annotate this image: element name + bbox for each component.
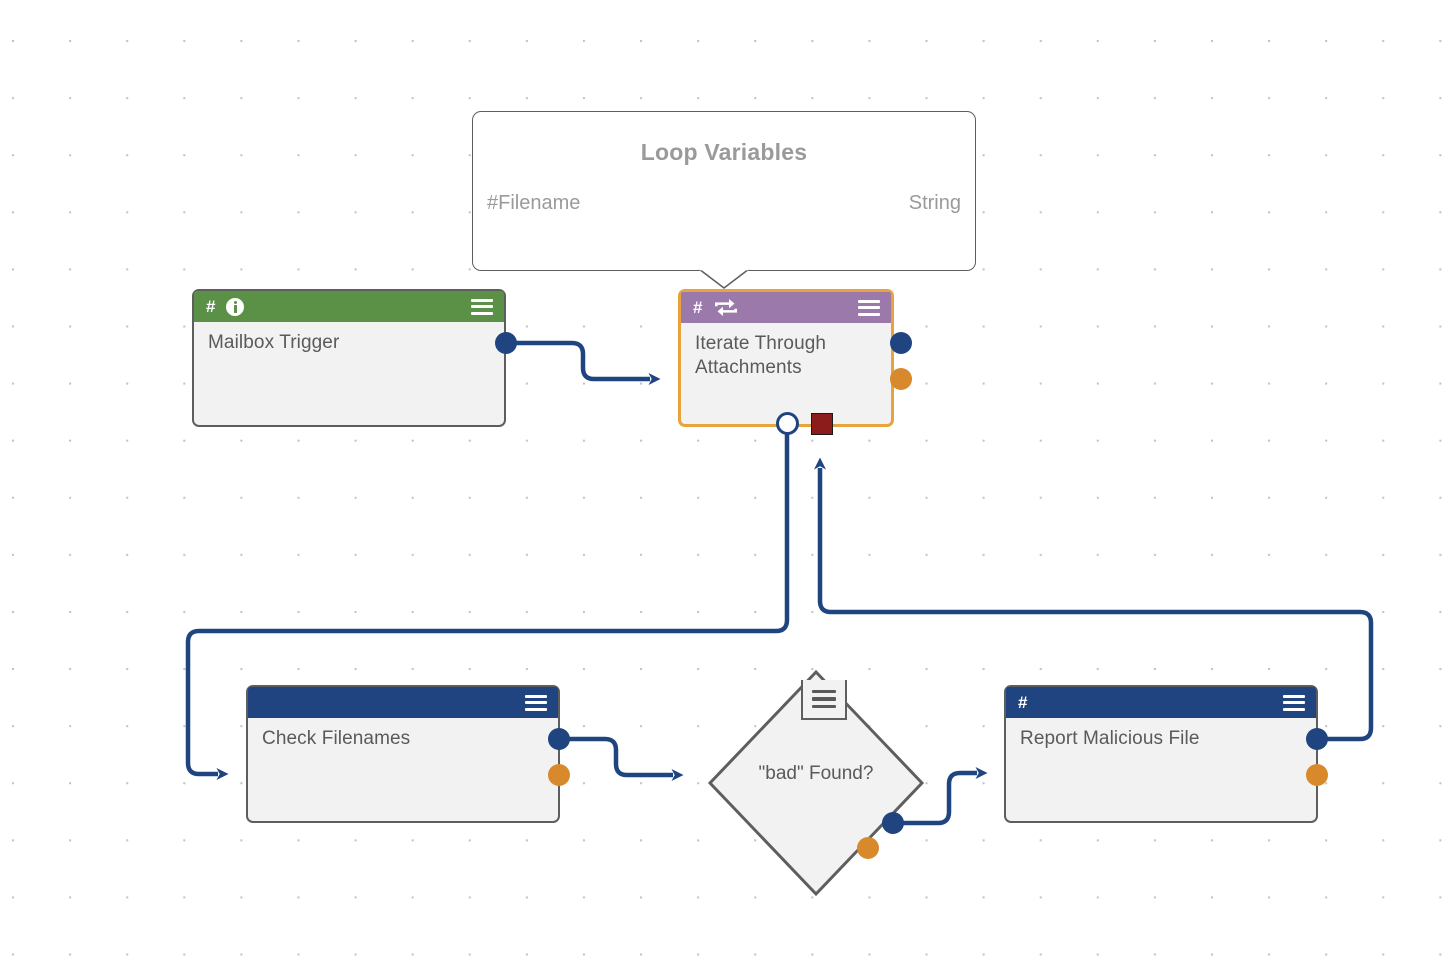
loop-variables-pointer [698,268,750,289]
hash-icon: # [206,297,216,316]
info-icon[interactable] [226,297,245,316]
loop-variable-name: #Filename [487,192,581,214]
port-output-iterate-failure[interactable] [890,368,912,390]
port-output-mailbox-trigger[interactable] [495,332,517,354]
port-output-iterate-success[interactable] [890,332,912,354]
decision-label: "bad" Found? [758,763,874,784]
hamburger-menu-icon[interactable] [801,680,847,720]
node-iterate-through-attachments[interactable]: # Iterate Through Attachments [678,289,894,427]
port-output-decision-false[interactable] [857,837,879,859]
port-output-report-success[interactable] [1306,728,1328,750]
node-header-mailbox-trigger: # [194,291,504,322]
hamburger-menu-icon[interactable] [858,299,880,316]
node-title-iterate-through-attachments: Iterate Through Attachments [695,333,827,379]
node-header-report-malicious-file: # [1006,687,1316,718]
node-report-malicious-file[interactable]: # Report Malicious File [1004,685,1318,823]
hamburger-menu-icon[interactable] [471,298,493,315]
node-title-check-filenames: Check Filenames [262,728,411,749]
port-output-report-failure[interactable] [1306,764,1328,786]
port-loop-output-iterate[interactable] [776,412,799,435]
loop-icon [715,299,738,316]
hash-icon: # [1018,693,1028,712]
hamburger-menu-icon[interactable] [525,694,547,711]
edge-mailbox-to-iterate [506,340,661,385]
node-mailbox-trigger[interactable]: # Mailbox Trigger [192,289,506,427]
loop-variables-title: Loop Variables [640,139,808,165]
node-title-mailbox-trigger: Mailbox Trigger [208,332,340,353]
port-output-decision-true[interactable] [882,812,904,834]
loop-variable-row: #Filename String [473,192,975,215]
workflow-canvas[interactable]: Loop Variables #Filename String # Mailbo… [0,0,1454,980]
loop-variables-panel[interactable]: Loop Variables #Filename String [472,111,976,271]
loop-variable-type: String [908,192,961,214]
edge-check-filenames-to-decision [558,736,684,781]
node-bad-found-decision[interactable]: "bad" Found? [706,668,926,898]
port-loop-input-iterate[interactable] [811,413,833,435]
hamburger-menu-icon[interactable] [1283,694,1305,711]
node-header-iterate-through-attachments: # [681,292,891,323]
hash-icon: # [693,298,703,317]
port-output-check-filenames-failure[interactable] [548,764,570,786]
port-output-check-filenames-success[interactable] [548,728,570,750]
node-header-check-filenames [248,687,558,718]
node-title-report-malicious-file: Report Malicious File [1020,728,1200,749]
node-check-filenames[interactable]: Check Filenames [246,685,560,823]
